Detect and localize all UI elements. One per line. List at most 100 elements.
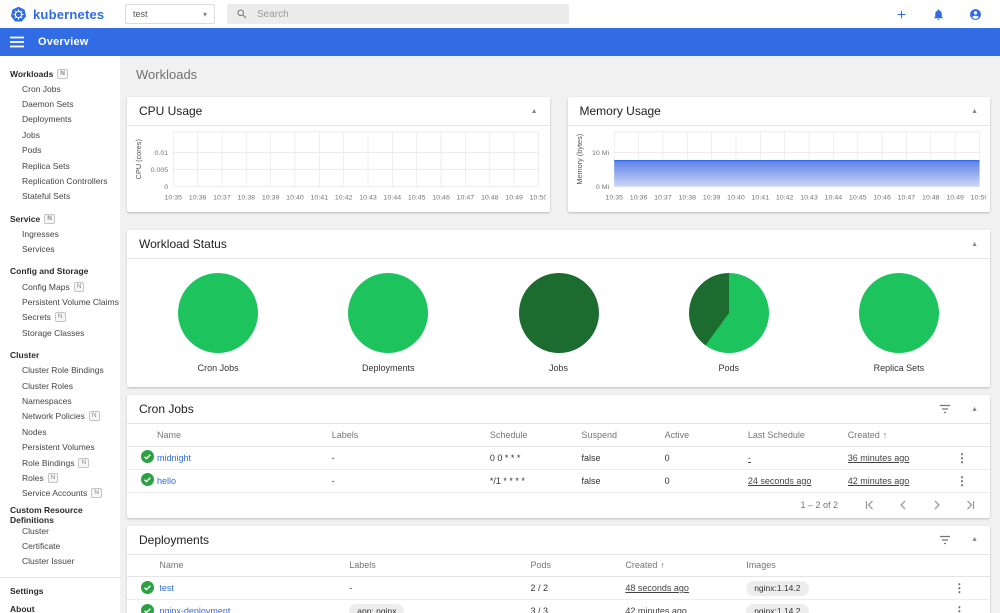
actions-column-header xyxy=(956,424,990,447)
sidebar-item-namespaces[interactable]: Namespaces xyxy=(0,393,120,408)
svg-text:10:44: 10:44 xyxy=(824,194,842,201)
notifications-bell-icon[interactable] xyxy=(932,8,945,21)
sidebar-item-secrets[interactable]: Secrets N xyxy=(0,310,120,325)
svg-text:10:37: 10:37 xyxy=(654,194,672,201)
sidebar-section-config-and-storage[interactable]: Config and Storage xyxy=(0,264,120,279)
svg-text:CPU (cores): CPU (cores) xyxy=(134,139,143,180)
last-schedule-cell-value[interactable]: 24 seconds ago xyxy=(748,476,812,486)
kubernetes-brand[interactable]: kubernetes xyxy=(0,6,125,23)
sidebar-item-role-bindings[interactable]: Role Bindings N xyxy=(0,455,120,470)
sidebar-item-about[interactable]: About xyxy=(0,600,120,613)
sidebar-item-network-policies[interactable]: Network Policies N xyxy=(0,409,120,424)
svg-text:Memory (bytes): Memory (bytes) xyxy=(574,133,583,184)
user-account-icon[interactable] xyxy=(969,8,982,21)
row-actions-menu-icon[interactable]: ⋮ xyxy=(956,474,968,488)
collapse-caret-icon[interactable]: ▲ xyxy=(971,241,978,248)
toolbar-title: Overview xyxy=(38,36,89,48)
sort-arrow-up-icon: ↑ xyxy=(882,429,888,440)
sidebar-item-replication-controllers[interactable]: Replication Controllers xyxy=(0,173,120,188)
search-icon xyxy=(236,8,248,20)
column-header-labels[interactable]: Labels xyxy=(331,424,490,447)
resource-name-link[interactable]: test xyxy=(159,583,174,593)
resource-name-link[interactable]: nginx-deployment xyxy=(159,606,230,613)
sidebar-item-persistent-volume-claims[interactable]: Persistent Volume ClaimsN xyxy=(0,294,120,309)
sort-arrow-up-icon: ↑ xyxy=(660,560,665,571)
search-bar[interactable] xyxy=(227,4,569,24)
row-actions-menu-icon[interactable]: ⋮ xyxy=(953,604,965,613)
status-column-header xyxy=(127,554,160,577)
sidebar-item-stateful-sets[interactable]: Stateful Sets xyxy=(0,189,120,204)
column-header-last-schedule[interactable]: Last Schedule xyxy=(747,424,848,447)
sidebar-section-label: Config and Storage xyxy=(10,266,89,277)
pie-label: Replica Sets xyxy=(873,363,925,373)
namespaced-badge: N xyxy=(54,312,66,323)
pods-cell: 3 / 3 xyxy=(530,599,626,613)
created-cell-value[interactable]: 42 minutes ago xyxy=(625,606,687,613)
workload-status-title: Workload Status xyxy=(139,237,227,251)
sidebar-item-services[interactable]: Services xyxy=(0,242,120,257)
sidebar-section-workloads[interactable]: Workloads N xyxy=(0,66,120,81)
column-header-labels[interactable]: Labels xyxy=(349,554,531,577)
collapse-caret-icon[interactable]: ▲ xyxy=(971,406,978,413)
sidebar-item-replica-sets[interactable]: Replica Sets xyxy=(0,158,120,173)
column-header-schedule[interactable]: Schedule xyxy=(489,424,582,447)
created-cell-value[interactable]: 36 minutes ago xyxy=(848,453,910,463)
last-page-icon[interactable] xyxy=(966,500,976,510)
sidebar-section-service[interactable]: Service N xyxy=(0,211,120,226)
sidebar-item-roles[interactable]: Roles N xyxy=(0,470,120,485)
filter-icon[interactable] xyxy=(939,404,951,414)
sidebar-item-label: Namespaces xyxy=(22,395,72,406)
previous-page-icon[interactable] xyxy=(898,500,908,510)
sidebar-item-jobs[interactable]: Jobs xyxy=(0,127,120,142)
sidebar-item-service-accounts[interactable]: Service Accounts N xyxy=(0,486,120,501)
namespace-selector[interactable]: test ▾ xyxy=(125,4,215,24)
sidebar-item-storage-classes[interactable]: Storage Classes xyxy=(0,325,120,340)
resource-name-link[interactable]: midnight xyxy=(157,453,191,463)
row-actions-menu-icon[interactable]: ⋮ xyxy=(953,581,965,595)
sidebar-item-ingresses[interactable]: Ingresses xyxy=(0,226,120,241)
created-cell-value[interactable]: 48 seconds ago xyxy=(625,583,689,593)
namespaced-badge: N xyxy=(78,457,90,468)
collapse-caret-icon[interactable]: ▲ xyxy=(971,108,978,115)
column-header-created[interactable]: Created ↑ xyxy=(625,554,747,577)
sidebar-item-cluster-roles[interactable]: Cluster Roles xyxy=(0,378,120,393)
sidebar-item-deployments[interactable]: Deployments xyxy=(0,112,120,127)
cpu-usage-card: CPU Usage ▲ 10:35 10:36 10:37 10:38 10:39 10:… xyxy=(127,97,550,212)
created-cell: 42 minutes ago xyxy=(847,469,956,493)
resource-name-link[interactable]: hello xyxy=(157,476,176,486)
row-actions-menu-icon[interactable]: ⋮ xyxy=(956,451,968,465)
created-cell-value[interactable]: 42 minutes ago xyxy=(848,476,910,486)
first-page-icon[interactable] xyxy=(864,500,874,510)
name-cell: nginx-deployment xyxy=(159,599,350,613)
column-header-pods[interactable]: Pods xyxy=(530,554,626,577)
sidebar-section-cluster[interactable]: Cluster xyxy=(0,347,120,362)
sidebar-section-custom-resource-definitions[interactable]: Custom Resource Definitions xyxy=(0,505,120,525)
labels-cell-chip: app: nginx xyxy=(349,603,405,613)
create-resource-plus-icon[interactable] xyxy=(895,8,908,21)
workload-status-pies: Cron Jobs Deployments Jobs Pods Replica Sets xyxy=(127,259,990,387)
sidebar-item-nodes[interactable]: Nodes xyxy=(0,424,120,439)
sidebar-item-config-maps[interactable]: Config Maps N xyxy=(0,279,120,294)
images-cell: nginx:1.14.2 xyxy=(746,576,954,600)
collapse-caret-icon[interactable]: ▲ xyxy=(531,108,538,115)
column-header-images[interactable]: Images xyxy=(746,554,954,577)
sidebar-item-settings[interactable]: Settings xyxy=(0,582,120,600)
search-input[interactable] xyxy=(257,8,560,20)
column-header-active[interactable]: Active xyxy=(664,424,748,447)
menu-hamburger-icon[interactable] xyxy=(10,36,24,48)
column-header-suspend[interactable]: Suspend xyxy=(581,424,665,447)
sidebar-item-certificate[interactable]: Certificate xyxy=(0,538,120,553)
next-page-icon[interactable] xyxy=(932,500,942,510)
sidebar-item-daemon-sets[interactable]: Daemon Sets xyxy=(0,96,120,111)
column-header-created[interactable]: Created ↑ xyxy=(847,424,956,447)
sidebar-item-cluster-issuer[interactable]: Cluster Issuer xyxy=(0,554,120,569)
column-header-name[interactable]: Name xyxy=(159,554,350,577)
sidebar-item-cluster-role-bindings[interactable]: Cluster Role Bindings xyxy=(0,362,120,377)
collapse-caret-icon[interactable]: ▲ xyxy=(971,536,978,543)
column-header-name[interactable]: Name xyxy=(157,424,332,447)
last-schedule-cell-value[interactable]: - xyxy=(748,453,751,463)
sidebar-item-cron-jobs[interactable]: Cron Jobs xyxy=(0,81,120,96)
filter-icon[interactable] xyxy=(939,535,951,545)
sidebar-item-persistent-volumes[interactable]: Persistent Volumes xyxy=(0,439,120,454)
sidebar-item-pods[interactable]: Pods xyxy=(0,143,120,158)
